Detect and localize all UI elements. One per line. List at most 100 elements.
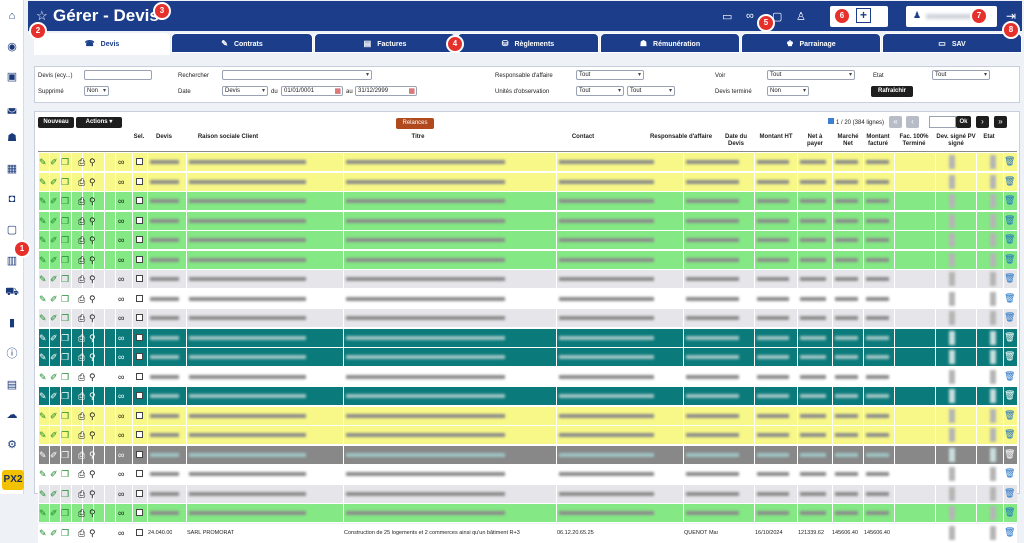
fac-termine-checkbox[interactable] xyxy=(949,350,955,364)
copy-icon[interactable]: ❐ xyxy=(61,195,69,207)
fac-termine-checkbox[interactable] xyxy=(949,311,955,325)
edit-icon[interactable]: ✎ xyxy=(39,410,47,422)
edit-icon[interactable]: ✎ xyxy=(39,312,47,324)
calendar-icon[interactable]: ▦ xyxy=(408,87,415,96)
user-list-icon[interactable]: ♙ xyxy=(796,10,806,23)
table-row[interactable]: ✎ ✐ ❐ ⎙ ⚲ ∞ 🗑 xyxy=(38,387,1017,406)
rechercher-select[interactable] xyxy=(222,70,372,80)
tab-reglements[interactable]: ⛁ Règlements xyxy=(457,33,599,53)
print-icon[interactable]: ⎙ xyxy=(78,293,85,305)
print-icon[interactable]: ⎙ xyxy=(78,332,85,344)
search-icon[interactable]: ⚲ xyxy=(89,195,96,207)
edit-icon[interactable]: ✎ xyxy=(39,507,47,519)
row-select-checkbox[interactable] xyxy=(136,353,143,360)
dev-signe-checkbox[interactable] xyxy=(990,467,996,481)
refresh-button[interactable]: Rafraîchir xyxy=(871,86,913,97)
devis-filter-input[interactable] xyxy=(84,70,152,80)
row-select-checkbox[interactable] xyxy=(136,255,143,263)
tab-sav[interactable]: ▭ SAV xyxy=(882,33,1022,53)
row-select-checkbox[interactable] xyxy=(136,528,143,536)
search-icon[interactable]: ⚲ xyxy=(89,527,96,539)
table-row[interactable]: ✎ ✐ ❐ ⎙ ⚲ ∞ 🗑 xyxy=(38,250,1017,270)
dev-signe-checkbox[interactable] xyxy=(990,311,996,325)
car-icon[interactable]: ◛ xyxy=(4,101,20,115)
trash-icon[interactable]: 🗑 xyxy=(1004,390,1015,401)
print-icon[interactable]: ⎙ xyxy=(78,234,85,246)
fac-termine-checkbox[interactable] xyxy=(949,408,955,423)
trash-icon[interactable]: 🗑 xyxy=(1004,468,1015,479)
first-page-button[interactable]: « xyxy=(889,116,902,128)
table-row[interactable]: ✎ ✐ ❐ ⎙ ⚲ ∞ 🗑 xyxy=(38,484,1017,504)
binoculars-icon[interactable]: ∞ xyxy=(118,215,124,227)
row-select-checkbox[interactable] xyxy=(136,197,143,204)
print-icon[interactable]: ⎙ xyxy=(78,527,85,539)
etat-select[interactable]: Tout xyxy=(932,70,990,80)
binoculars-icon[interactable]: ∞ xyxy=(118,351,124,363)
dev-signe-checkbox[interactable] xyxy=(990,252,996,267)
print-icon[interactable]: ⎙ xyxy=(78,468,85,480)
trash-icon[interactable]: 🗑 xyxy=(1004,234,1015,245)
export-icon[interactable] xyxy=(828,118,834,124)
fac-termine-checkbox[interactable] xyxy=(949,369,955,384)
dev-signe-checkbox[interactable] xyxy=(990,428,996,442)
print-icon[interactable]: ⎙ xyxy=(78,429,85,441)
print-icon[interactable]: ⎙ xyxy=(78,254,85,266)
trash-icon[interactable]: 🗑 xyxy=(1004,312,1015,323)
binoculars-icon[interactable]: ∞ xyxy=(118,312,124,324)
row-select-checkbox[interactable] xyxy=(136,177,143,185)
dev-signe-checkbox[interactable] xyxy=(990,213,996,228)
copy-icon[interactable]: ❐ xyxy=(61,449,69,461)
cloud-upload-icon[interactable]: ☁ xyxy=(4,408,20,422)
dev-signe-checkbox[interactable] xyxy=(990,272,996,286)
table-row[interactable]: ✎ ✐ ❐ ⎙ ⚲ ∞ 🗑 xyxy=(38,211,1017,231)
edit-icon[interactable]: ✎ xyxy=(39,371,47,383)
binoculars-icon[interactable]: ∞ xyxy=(118,156,124,168)
dev-signe-checkbox[interactable] xyxy=(990,155,996,169)
binoculars-icon[interactable]: ∞ xyxy=(118,429,124,441)
pencil-icon[interactable]: ✐ xyxy=(50,215,58,227)
binoculars-icon[interactable]: ∞ xyxy=(118,234,124,246)
print-icon[interactable]: ⎙ xyxy=(78,195,85,207)
search-icon[interactable]: ⚲ xyxy=(89,507,96,519)
calendar-icon[interactable]: ▦ xyxy=(334,87,341,96)
print-icon[interactable]: ⎙ xyxy=(78,507,85,519)
edit-icon[interactable]: ✎ xyxy=(39,293,47,305)
tab-contrats[interactable]: ✎ Contrats xyxy=(171,33,313,53)
search-icon[interactable]: ⚲ xyxy=(89,215,96,227)
search-icon[interactable]: ⚲ xyxy=(89,176,96,188)
edit-icon[interactable]: ✎ xyxy=(39,234,47,246)
link-icon[interactable]: ∞ xyxy=(746,10,754,22)
edit-icon[interactable]: ✎ xyxy=(39,390,47,402)
binoculars-icon[interactable]: ∞ xyxy=(118,468,124,480)
eye-icon[interactable]: ◉ xyxy=(4,40,20,54)
trash-icon[interactable]: 🗑 xyxy=(1004,410,1015,421)
fac-termine-checkbox[interactable] xyxy=(949,330,955,345)
pencil-icon[interactable]: ✐ xyxy=(50,156,58,168)
edit-icon[interactable]: ✎ xyxy=(39,332,47,344)
copy-icon[interactable]: ❐ xyxy=(61,390,69,402)
search-icon[interactable]: ⚲ xyxy=(89,468,96,480)
fac-termine-checkbox[interactable] xyxy=(949,194,955,208)
row-select-checkbox[interactable] xyxy=(136,294,143,302)
search-icon[interactable]: ⚲ xyxy=(89,254,96,266)
info-icon[interactable]: ⓘ xyxy=(4,347,20,361)
trash-icon[interactable]: 🗑 xyxy=(1004,293,1015,304)
copy-icon[interactable]: ❐ xyxy=(61,234,69,246)
binoculars-icon[interactable]: ∞ xyxy=(118,332,124,344)
fac-termine-checkbox[interactable] xyxy=(949,174,955,189)
print-icon[interactable]: ⎙ xyxy=(78,410,85,422)
table-row[interactable]: ✎ ✐ ❐ ⎙ ⚲ ∞ 🗑 xyxy=(38,172,1017,192)
copy-icon[interactable]: ❐ xyxy=(61,332,69,344)
next-page-button[interactable]: › xyxy=(976,116,989,128)
edit-icon[interactable]: ✎ xyxy=(39,527,47,539)
pencil-icon[interactable]: ✐ xyxy=(50,273,58,285)
table-row[interactable]: ✎ ✐ ❐ ⎙ ⚲ ∞ 🗑 xyxy=(38,309,1017,328)
fac-termine-checkbox[interactable] xyxy=(949,525,955,540)
search-icon[interactable]: ⚲ xyxy=(89,332,96,344)
table-row[interactable]: ✎ ✐ ❐ ⎙ ⚲ ∞ 🗑 xyxy=(38,445,1017,465)
trash-icon[interactable]: 🗑 xyxy=(1004,351,1015,362)
row-select-checkbox[interactable] xyxy=(136,411,143,419)
edit-icon[interactable]: ✎ xyxy=(39,468,47,480)
trash-icon[interactable]: 🗑 xyxy=(1004,429,1015,440)
truck-icon[interactable]: ◘ xyxy=(4,192,20,206)
